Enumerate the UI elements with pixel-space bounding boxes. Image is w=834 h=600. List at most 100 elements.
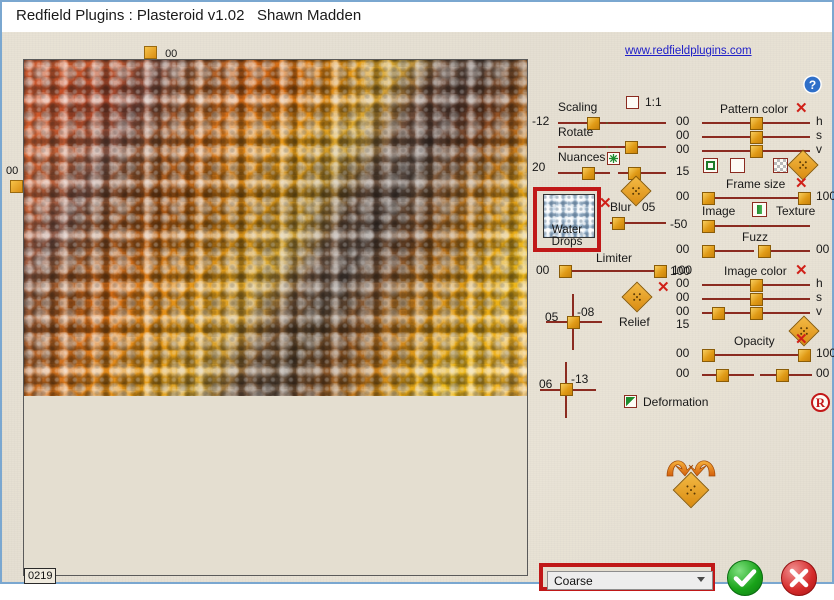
cancel-button[interactable] (781, 560, 817, 596)
scaling-track[interactable] (558, 122, 666, 124)
pattern-h-knob[interactable] (750, 117, 763, 130)
status-value-box: 0219 (24, 568, 57, 584)
preview-sheen-layer (24, 60, 527, 396)
preview-image[interactable] (24, 60, 527, 396)
opacity-reset-icon[interactable]: ✕ (795, 332, 808, 347)
image-label: Image (702, 204, 736, 218)
image-s-value: 00 (676, 290, 690, 304)
deform-y-value: -13 (571, 372, 589, 386)
pattern-v-knob[interactable] (750, 145, 763, 158)
question-circle-icon[interactable]: ? (803, 75, 822, 94)
fuzz-label: Fuzz (742, 230, 769, 244)
pattern-thumbnail-box[interactable]: Water Drops ✕ (533, 187, 612, 252)
rotate-track[interactable] (558, 146, 666, 148)
pattern-h-value: 00 (676, 114, 690, 128)
opacity-max-value: 100 (816, 346, 834, 360)
scaling-tick (606, 122, 608, 124)
checker-mode-button[interactable] (773, 158, 788, 173)
pattern-color-label: Pattern color (720, 102, 789, 116)
website-link[interactable]: www.redfieldplugins.com (625, 45, 752, 57)
ratio-checkbox[interactable] (626, 96, 639, 109)
image-h-knob[interactable] (750, 279, 763, 292)
image-v-name: v (816, 304, 822, 318)
fuzz-knob-left[interactable] (702, 245, 715, 258)
status-value: 0219 (28, 570, 53, 582)
blank-mode-button[interactable] (730, 158, 745, 173)
frame-size-left-value: 15 (676, 164, 690, 178)
pattern-reset-icon[interactable]: ✕ (599, 196, 612, 211)
chevron-down-icon[interactable] (697, 577, 705, 582)
pattern-v-value: 00 (676, 142, 690, 156)
cancel-x-icon (789, 568, 809, 588)
ok-check-icon (733, 569, 757, 587)
limiter-knob-min[interactable] (559, 265, 572, 278)
rotate-tick (606, 146, 608, 148)
blur-knob[interactable] (612, 217, 625, 230)
preview-left-marker[interactable] (10, 178, 23, 196)
limiter-knob-max[interactable] (654, 265, 667, 278)
pattern-s-knob[interactable] (750, 131, 763, 144)
pattern-v-name: v (816, 142, 822, 156)
rotate-knob[interactable] (625, 141, 638, 154)
opacity-track[interactable] (702, 354, 810, 356)
image-h-name: h (816, 276, 823, 290)
pattern-s-value: 00 (676, 128, 690, 142)
image-v-knob-a[interactable] (712, 307, 725, 320)
window-body: 00 00 0219 www.redfieldplugins.com -12 S… (2, 32, 834, 596)
plugin-window: Redfield Plugins : Plasteroid v1.02 Shaw… (0, 0, 834, 596)
image-texture-value: -50 (670, 217, 688, 231)
image-h-value: 00 (676, 276, 690, 290)
nuances-value: 20 (532, 160, 546, 174)
preview-top-marker[interactable]: 00 (144, 46, 177, 60)
limiter-label: Limiter (596, 251, 633, 265)
preset-select[interactable]: Coarse (547, 571, 713, 590)
blur-label: Blur (610, 200, 632, 214)
frame-size-min-value: 00 (676, 189, 690, 203)
relief-diamond-button[interactable] (621, 281, 653, 313)
image-texture-toggle[interactable] (752, 202, 767, 217)
image-texture-tick (749, 225, 751, 227)
solid-mode-button[interactable] (703, 158, 718, 173)
nuances-label: Nuances (558, 150, 606, 164)
image-texture-knob[interactable] (702, 220, 715, 233)
opacity-extra-right-value: 00 (816, 366, 830, 380)
preset-select-box[interactable]: Coarse (539, 563, 715, 591)
image-color-label: Image color (724, 264, 787, 278)
deformation-checkbox[interactable] (624, 395, 637, 408)
deform-x-value: 06 (539, 377, 553, 391)
pattern-h-name: h (816, 114, 823, 128)
scaling-label: Scaling (558, 100, 598, 114)
preview-panel[interactable] (23, 59, 528, 576)
relief-x-value: 05 (545, 310, 559, 324)
limiter-min-value: 00 (536, 263, 550, 277)
preset-value: Coarse (554, 574, 593, 588)
frame-size-reset-icon[interactable]: ✕ (795, 176, 808, 191)
relief-reset-icon[interactable]: ✕ (657, 280, 670, 295)
fuzz-right-value: 00 (816, 242, 830, 256)
svg-text:?: ? (809, 78, 816, 92)
title-bar: Redfield Plugins : Plasteroid v1.02 Shaw… (2, 2, 832, 32)
opacity-extra-knob-right[interactable] (776, 369, 789, 382)
image-v-knob-b[interactable] (750, 307, 763, 320)
image-color-reset-icon[interactable]: ✕ (795, 263, 808, 278)
opacity-knob-min[interactable] (702, 349, 715, 362)
left-marker-handle[interactable] (10, 180, 23, 193)
limiter-track[interactable] (559, 270, 666, 272)
scaling-value: -12 (532, 114, 550, 128)
asterisk-icon[interactable] (607, 152, 620, 165)
nuances-track-right[interactable] (618, 172, 666, 174)
image-v-value: 00 (676, 304, 690, 318)
nuances-knob-left[interactable] (582, 167, 595, 180)
top-marker-handle[interactable] (144, 46, 157, 59)
image-s-knob[interactable] (750, 293, 763, 306)
frame-size-track[interactable] (702, 197, 810, 199)
relief-y-value: -08 (577, 305, 595, 319)
fuzz-knob-right[interactable] (758, 245, 771, 258)
pattern-color-reset-icon[interactable]: ✕ (795, 101, 808, 116)
ok-button[interactable] (727, 560, 763, 596)
opacity-extra-knob-left[interactable] (716, 369, 729, 382)
pattern-s-name: s (816, 128, 822, 142)
image-texture-track[interactable] (702, 225, 810, 227)
opacity-knob-max[interactable] (798, 349, 811, 362)
window-title: Redfield Plugins : Plasteroid v1.02 Shaw… (16, 7, 362, 24)
